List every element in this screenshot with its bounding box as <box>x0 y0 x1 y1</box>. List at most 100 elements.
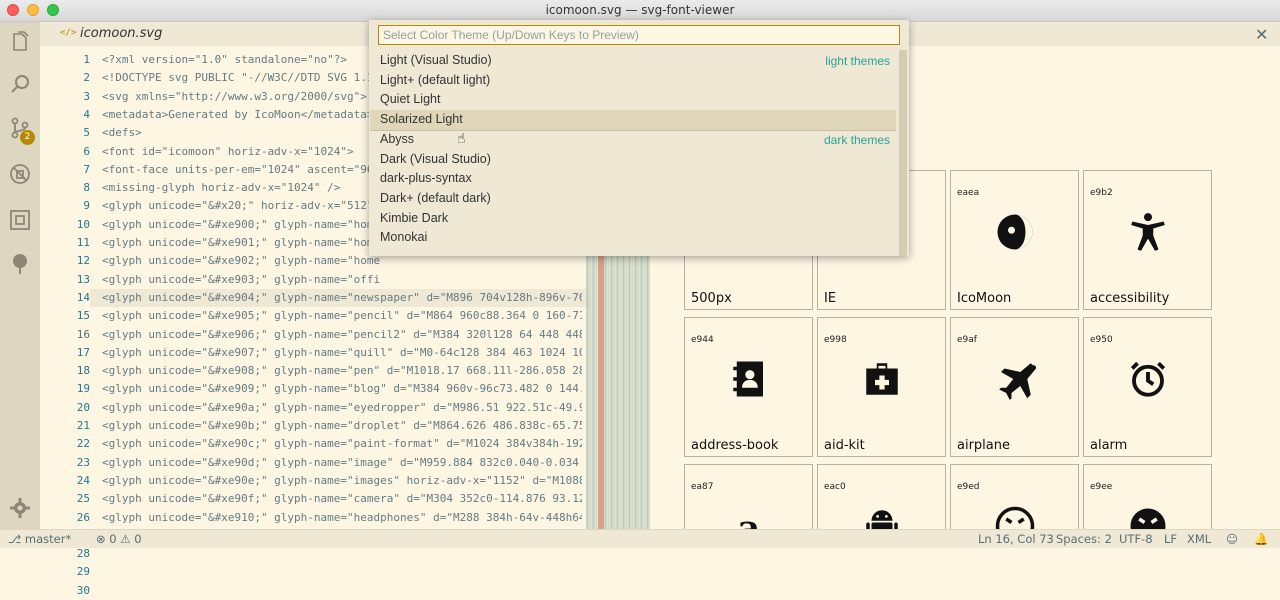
line-number: 23 <box>76 455 90 469</box>
encoding[interactable]: UTF-8 <box>1119 532 1153 546</box>
indentation[interactable]: Spaces: 2 <box>1056 532 1112 546</box>
glyph-name: 500px <box>691 291 732 306</box>
code-line[interactable]: <glyph unicode="&#xe90e;" glyph-name="im… <box>102 472 582 490</box>
glyph-name: IcoMoon <box>957 291 1012 306</box>
settings-gear-icon[interactable] <box>8 496 32 520</box>
theme-option-label: Dark+ (default dark) <box>380 190 491 205</box>
preview-scrollbar[interactable] <box>1270 46 1280 529</box>
code-line[interactable]: <glyph unicode="&#xe903;" glyph-name="of… <box>102 271 380 289</box>
search-icon[interactable] <box>8 72 32 96</box>
language-mode[interactable]: XML <box>1187 532 1211 546</box>
code-line[interactable]: <glyph unicode="&#xe90b;" glyph-name="dr… <box>102 417 582 435</box>
address-book-icon <box>685 358 812 404</box>
code-line[interactable]: <svg xmlns="http://www.w3.org/2000/svg"> <box>102 88 367 106</box>
problems-indicator[interactable]: ⊗ 0 ⚠ 0 <box>96 532 142 546</box>
code-line[interactable]: <glyph unicode="&#xe904;" glyph-name="ne… <box>102 289 582 307</box>
tree-icon[interactable] <box>8 252 32 276</box>
line-number: 6 <box>83 144 90 158</box>
code-line[interactable]: <glyph unicode="&#xe908;" glyph-name="pe… <box>102 362 582 380</box>
code-line[interactable]: <glyph unicode="&#xe90a;" glyph-name="ey… <box>102 399 582 417</box>
code-line[interactable]: <glyph unicode="&#xe909;" glyph-name="bl… <box>102 380 582 398</box>
activity-bar: 2 <box>0 22 40 529</box>
code-line[interactable]: <?xml version="1.0" standalone="no"?> <box>102 51 347 69</box>
glyph-name: address-book <box>691 438 779 453</box>
android-icon <box>818 505 945 530</box>
glyph-card[interactable]: eaea IcoMoon <box>950 170 1079 310</box>
theme-option[interactable]: Monokai <box>370 228 896 248</box>
cursor-position[interactable]: Ln 16, Col 73 <box>978 532 1054 546</box>
glyph-code: e944 <box>691 335 714 345</box>
code-line[interactable]: <!DOCTYPE svg PUBLIC "-//W3C//DTD SVG 1.… <box>102 69 380 87</box>
close-editor-icon[interactable]: ✕ <box>1255 25 1268 44</box>
glyph-card[interactable]: e9ed <box>950 464 1079 530</box>
code-line[interactable]: <metadata>Generated by IcoMoon</metadata… <box>102 106 374 124</box>
theme-option-label: Quiet Light <box>380 92 441 107</box>
debug-icon[interactable] <box>8 162 32 186</box>
line-number: 2 <box>83 71 90 85</box>
color-theme-quick-pick: Select Color Theme (Up/Down Keys to Prev… <box>369 20 909 256</box>
branch-indicator[interactable]: ⎇ master* <box>8 532 71 546</box>
code-line[interactable]: <glyph unicode="&#xe900;" glyph-name="ho… <box>102 216 380 234</box>
code-line[interactable]: <defs> <box>102 124 142 142</box>
error-count: 0 <box>109 532 117 546</box>
theme-option[interactable]: Light+ (default light) <box>370 71 896 91</box>
glyph-code: e950 <box>1090 335 1113 345</box>
mouse-pointer-icon: ☝ <box>457 131 466 147</box>
glyph-card[interactable]: e998 aid-kit <box>817 317 946 457</box>
glyph-card[interactable]: e9b2 accessibility <box>1083 170 1212 310</box>
file-type-icon: </> <box>60 28 77 38</box>
code-line[interactable]: <glyph unicode="&#xe906;" glyph-name="pe… <box>102 326 582 344</box>
theme-option[interactable]: dark-plus-syntax <box>370 169 896 189</box>
theme-option-label: Light (Visual Studio) <box>380 53 492 67</box>
glyph-card[interactable]: eac0 <box>817 464 946 530</box>
code-line[interactable]: <glyph unicode="&#x20;" horiz-adv-x="512… <box>102 197 374 215</box>
line-number: 24 <box>76 473 90 487</box>
line-number: 4 <box>83 107 90 121</box>
theme-option-label: Monokai <box>380 230 428 245</box>
line-number: 20 <box>76 400 90 414</box>
code-line[interactable]: <glyph unicode="&#xe90d;" glyph-name="im… <box>102 454 582 472</box>
glyph-card[interactable]: e950 alarm <box>1083 317 1212 457</box>
code-line[interactable]: <font id="icomoon" horiz-adv-x="1024"> <box>102 143 354 161</box>
extensions-icon[interactable] <box>8 208 32 232</box>
glyph-card[interactable]: ea87 a <box>684 464 813 530</box>
code-line[interactable]: <glyph unicode="&#xe902;" glyph-name="ho… <box>102 252 380 270</box>
line-number: 12 <box>76 254 90 268</box>
amazon-icon: a <box>685 505 812 530</box>
angry-icon <box>951 505 1078 530</box>
quick-pick-scrollbar[interactable] <box>899 50 907 256</box>
code-line[interactable]: <glyph unicode="&#xe907;" glyph-name="qu… <box>102 344 582 362</box>
theme-option[interactable]: Quiet Light <box>370 90 896 110</box>
code-line[interactable]: <glyph unicode="&#xe90f;" glyph-name="ca… <box>102 490 582 508</box>
end-of-line[interactable]: LF <box>1164 532 1177 546</box>
theme-option-label: Light+ (default light) <box>380 72 491 87</box>
glyph-card[interactable]: e944 address-book <box>684 317 813 457</box>
tab-icomoon-svg[interactable]: icomoon.svg <box>80 26 162 41</box>
theme-option[interactable]: Kimbie Dark <box>370 209 896 229</box>
line-number: 3 <box>83 89 90 103</box>
line-number: 14 <box>76 290 90 304</box>
theme-option[interactable]: Dark+ (default dark) <box>370 189 896 209</box>
theme-option[interactable]: Abyss dark themes <box>370 130 896 150</box>
bell-icon[interactable]: 🔔 <box>1254 532 1268 546</box>
theme-option[interactable]: Dark (Visual Studio) <box>370 150 896 170</box>
explorer-icon[interactable] <box>8 30 32 54</box>
glyph-name: IE <box>824 291 837 306</box>
theme-option[interactable]: Light (Visual Studio) light themes <box>370 51 896 71</box>
code-line[interactable]: <glyph unicode="&#xe90c;" glyph-name="pa… <box>102 435 582 453</box>
code-line[interactable]: <glyph unicode="&#xe910;" glyph-name="he… <box>102 509 582 527</box>
code-line[interactable]: <glyph unicode="&#xe905;" glyph-name="pe… <box>102 307 582 325</box>
error-icon: ⊗ <box>96 532 106 546</box>
code-line[interactable]: <glyph unicode="&#xe901;" glyph-name="ho… <box>102 234 380 252</box>
code-line[interactable]: <font-face units-per-em="1024" ascent="9… <box>102 161 380 179</box>
glyph-card[interactable]: e9af airplane <box>950 317 1079 457</box>
line-number: 18 <box>76 364 90 378</box>
title-bar: icomoon.svg — svg-font-viewer <box>0 0 1280 22</box>
accessibility-icon <box>1084 211 1211 257</box>
code-line[interactable]: <missing-glyph horiz-adv-x="1024" /> <box>102 179 340 197</box>
glyph-card[interactable]: e9ee <box>1083 464 1212 530</box>
glyph-code: e9ed <box>957 482 980 492</box>
theme-filter-input[interactable]: Select Color Theme (Up/Down Keys to Prev… <box>378 25 900 45</box>
theme-option[interactable]: Solarized Light <box>370 110 896 131</box>
smiley-feedback-icon[interactable]: ☺ <box>1226 532 1238 546</box>
